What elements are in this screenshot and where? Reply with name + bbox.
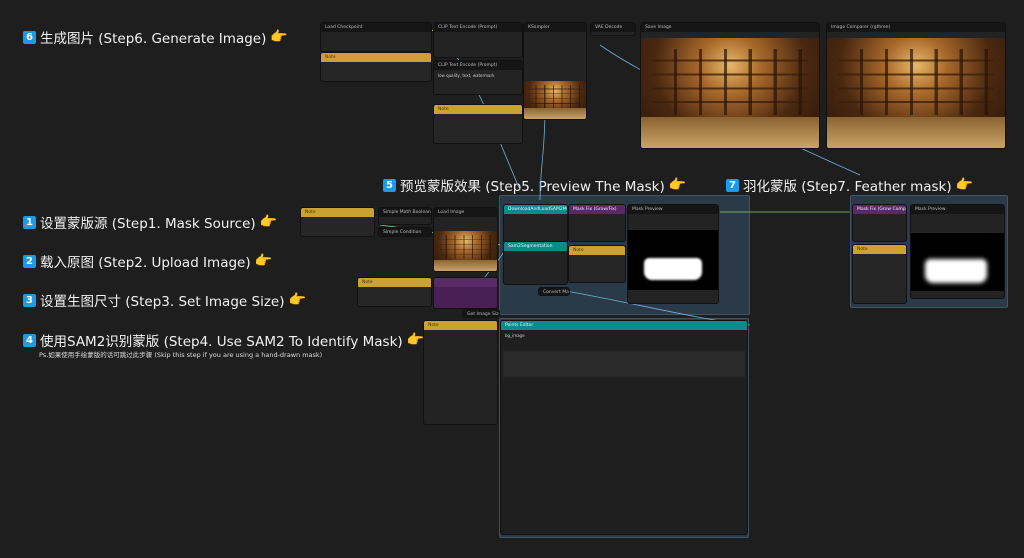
node-title: Note bbox=[358, 278, 431, 287]
node-title: Load Checkpoint bbox=[321, 23, 431, 32]
node-title: Simple Condition bbox=[379, 228, 431, 236]
mask-preview-node-step7[interactable]: Mask Preview bbox=[910, 204, 1005, 299]
ksampler-preview-image bbox=[524, 81, 586, 119]
clip-negative-node[interactable]: CLIP Text Encode (Prompt) low quality, te… bbox=[433, 60, 523, 95]
comparison-image[interactable] bbox=[827, 38, 1005, 148]
node-title: Mask Preview bbox=[911, 205, 1004, 214]
node-title: Mask Fix (Grow Composite) bbox=[853, 205, 906, 214]
node-title: Mask Preview bbox=[628, 205, 718, 214]
node-title: Points Editor bbox=[501, 321, 747, 330]
simple-condition-node[interactable]: Simple Condition bbox=[378, 227, 432, 237]
note-node[interactable]: Note bbox=[300, 207, 375, 237]
simple-math-node[interactable]: Simple Math Boolean bbox=[378, 207, 432, 225]
node-title: Note bbox=[853, 245, 906, 254]
node-title: Mask Fix (Grow/Fix) bbox=[569, 205, 625, 214]
points-editor-widgets[interactable] bbox=[503, 351, 745, 377]
node-title: Load Image bbox=[434, 208, 497, 217]
node-title: KSampler bbox=[524, 23, 586, 32]
node-title: Sam2Segmentation bbox=[504, 242, 567, 251]
points-editor-node[interactable]: Points Editor bg_image bbox=[500, 320, 748, 535]
node-title: Convert Mask bbox=[539, 288, 569, 295]
note-node[interactable]: Note bbox=[357, 277, 432, 307]
mask-preview-image bbox=[628, 230, 718, 290]
node-title: Note bbox=[301, 208, 374, 217]
note-node[interactable]: Note bbox=[320, 52, 432, 82]
node-title: Note bbox=[424, 321, 497, 330]
node-title: Simple Math Boolean bbox=[379, 208, 431, 217]
vae-decode-node[interactable]: VAE Decode bbox=[590, 22, 636, 36]
mask-preview-node[interactable]: Mask Preview bbox=[627, 204, 719, 304]
node-title: Note bbox=[321, 53, 431, 62]
node-title bbox=[434, 278, 497, 287]
feathered-mask-image bbox=[911, 233, 1004, 291]
note-node[interactable]: Note bbox=[568, 245, 626, 283]
node-title: Note bbox=[434, 105, 522, 114]
image-comparer-node[interactable]: Image Comparer (rgthree) bbox=[826, 22, 1006, 149]
load-checkpoint-node[interactable]: Load Checkpoint bbox=[320, 22, 432, 52]
negative-prompt[interactable]: low quality, text, watermark bbox=[434, 70, 522, 81]
mask-fix-node[interactable]: Mask Fix (Grow/Fix) bbox=[568, 204, 626, 242]
node-title: Image Comparer (rgthree) bbox=[827, 23, 1005, 32]
mask-fix-node-step7[interactable]: Mask Fix (Grow Composite) bbox=[852, 204, 907, 242]
node-title: Note bbox=[569, 246, 625, 255]
note-node[interactable]: Note bbox=[433, 104, 523, 144]
node-title: Get Image Size bbox=[463, 310, 499, 317]
clip-positive-node[interactable]: CLIP Text Encode (Prompt) bbox=[433, 22, 523, 58]
node-title: DownloadAndLoadSAM2Model bbox=[504, 205, 567, 214]
note-node[interactable]: Note bbox=[852, 244, 907, 304]
node-title: VAE Decode bbox=[591, 23, 635, 32]
image-resize-node[interactable] bbox=[433, 277, 498, 309]
ksampler-node[interactable]: KSampler bbox=[523, 22, 587, 120]
sam2-segmentation-node[interactable]: Sam2Segmentation bbox=[503, 241, 568, 285]
convert-mask-node[interactable]: Convert Mask bbox=[538, 287, 570, 296]
get-image-size-node[interactable]: Get Image Size bbox=[462, 309, 500, 318]
load-image-node[interactable]: Load Image bbox=[433, 207, 498, 272]
sam2-loader-node[interactable]: DownloadAndLoadSAM2Model bbox=[503, 204, 568, 244]
save-image-node[interactable]: Save Image bbox=[640, 22, 820, 149]
node-title: CLIP Text Encode (Prompt) bbox=[434, 61, 522, 70]
uploaded-image[interactable] bbox=[434, 231, 497, 271]
note-node[interactable]: Note bbox=[423, 320, 498, 425]
bg-image-input[interactable]: bg_image bbox=[501, 330, 747, 341]
node-title: Save Image bbox=[641, 23, 819, 32]
node-title: CLIP Text Encode (Prompt) bbox=[434, 23, 522, 32]
generated-image bbox=[641, 38, 819, 148]
